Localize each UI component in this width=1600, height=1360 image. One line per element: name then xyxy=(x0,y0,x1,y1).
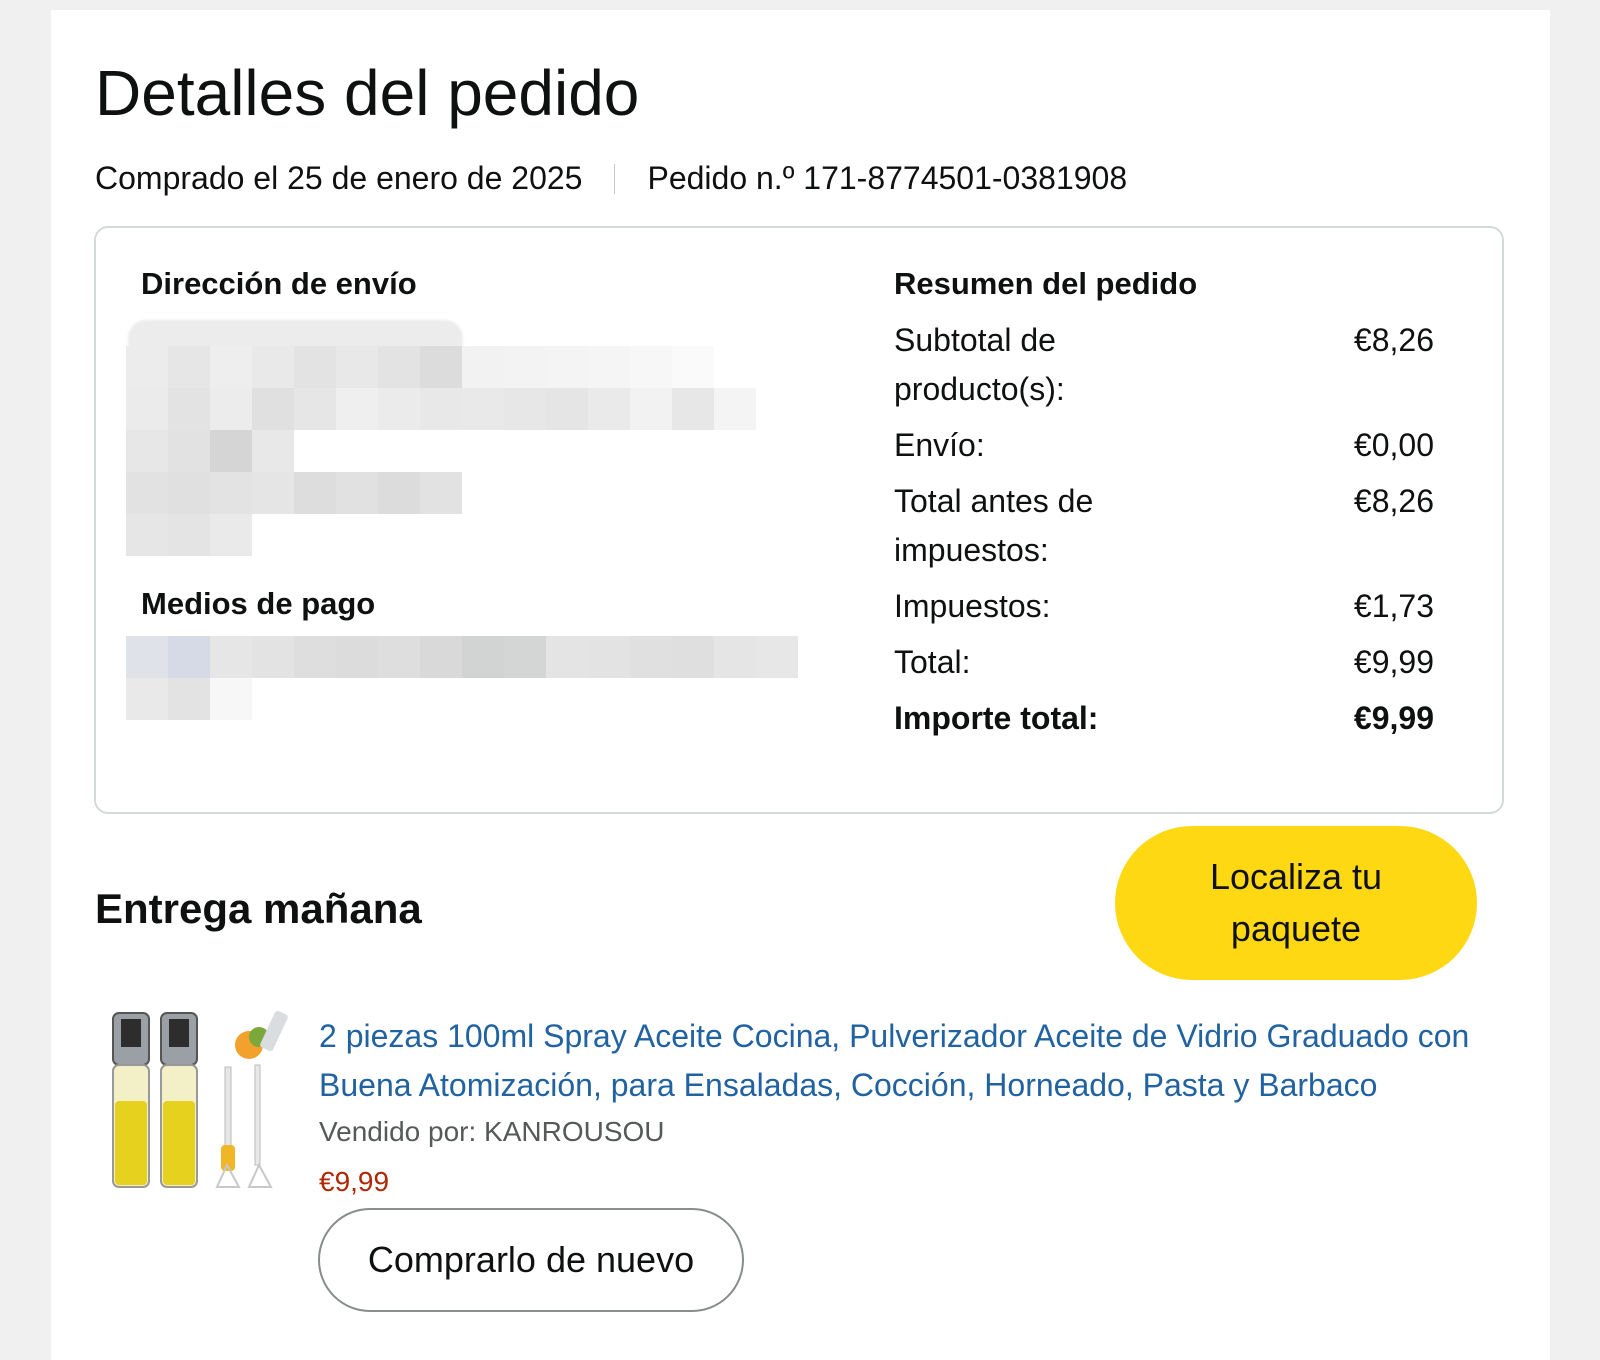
shipping-address-heading: Dirección de envío xyxy=(141,266,417,301)
summary-row-grand-total: Importe total: €9,99 xyxy=(894,694,1434,743)
meta-divider xyxy=(614,163,616,194)
summary-row-total: Total: €9,99 xyxy=(894,638,1434,687)
summary-value: €9,99 xyxy=(1353,644,1434,680)
order-number: Pedido n.º 171-8774501-0381908 xyxy=(647,160,1128,196)
track-package-button[interactable]: Localiza tu paquete xyxy=(1115,826,1477,980)
summary-value: €8,26 xyxy=(1353,483,1434,519)
summary-label: Total antes de impuestos: xyxy=(894,483,1094,568)
delivery-status: Entrega mañana xyxy=(95,885,422,932)
summary-row-shipping: Envío: €0,00 xyxy=(894,421,1434,470)
summary-value: €1,73 xyxy=(1353,588,1434,624)
item-price: €9,99 xyxy=(319,1166,390,1197)
summary-label: Impuestos: xyxy=(894,588,1051,624)
product-title-link[interactable]: 2 piezas 100ml Spray Aceite Cocina, Pulv… xyxy=(319,1012,1499,1110)
order-summary: Resumen del pedido Subtotal de producto(… xyxy=(894,266,1434,750)
summary-row-taxes: Impuestos: €1,73 xyxy=(894,582,1434,631)
order-details-page: Detalles del pedido Comprado el 25 de en… xyxy=(51,10,1550,1360)
order-meta: Comprado el 25 de enero de 2025 Pedido n… xyxy=(95,160,1127,197)
oil-sprayer-product-image[interactable] xyxy=(109,1005,299,1200)
summary-row-subtotal: Subtotal de producto(s): €8,26 xyxy=(894,316,1434,414)
payment-method-heading: Medios de pago xyxy=(141,586,376,621)
summary-value: €0,00 xyxy=(1353,427,1434,463)
order-info-box: Dirección de envío Medios de pago Resume… xyxy=(94,226,1504,814)
order-summary-heading: Resumen del pedido xyxy=(894,266,1198,301)
summary-label: Envío: xyxy=(894,427,985,463)
seller-info: Vendido por: KANROUSOU xyxy=(319,1116,665,1147)
buy-again-button[interactable]: Comprarlo de nuevo xyxy=(318,1208,744,1312)
summary-value: €9,99 xyxy=(1353,700,1434,736)
summary-value: €8,26 xyxy=(1353,322,1434,358)
page-title: Detalles del pedido xyxy=(95,57,640,129)
summary-label: Total: xyxy=(894,644,971,680)
purchase-date: Comprado el 25 de enero de 2025 xyxy=(95,160,583,196)
summary-label: Importe total: xyxy=(894,700,1099,736)
summary-row-pretax-total: Total antes de impuestos: €8,26 xyxy=(894,477,1434,575)
summary-label: Subtotal de producto(s): xyxy=(894,322,1065,407)
